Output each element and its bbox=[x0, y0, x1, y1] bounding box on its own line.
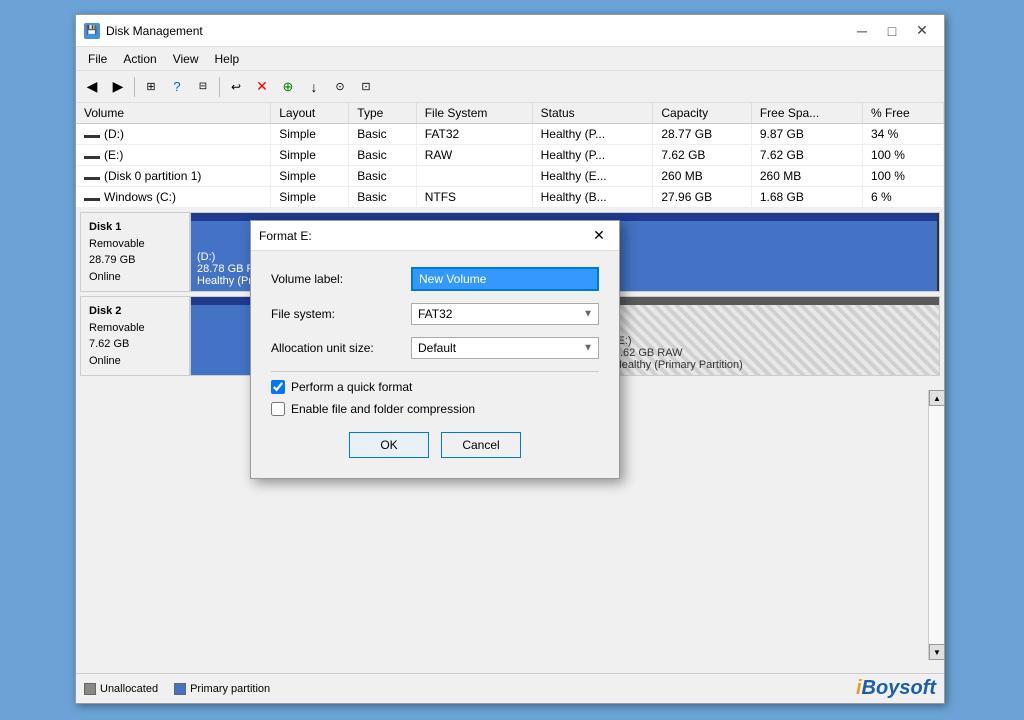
ok-button[interactable]: OK bbox=[349, 432, 429, 458]
quick-format-checkbox[interactable] bbox=[271, 380, 285, 394]
dialog-title-bar: Format E: ✕ bbox=[251, 221, 619, 251]
alloc-row: Allocation unit size: Default 512 1024 2… bbox=[271, 337, 599, 359]
quick-format-label: Perform a quick format bbox=[291, 380, 412, 394]
volume-label-input[interactable] bbox=[411, 267, 599, 291]
dialog-body: Volume label: File system: FAT32 NTFS ex… bbox=[251, 251, 619, 478]
cancel-button[interactable]: Cancel bbox=[441, 432, 521, 458]
alloc-select[interactable]: Default 512 1024 2048 4096 bbox=[411, 337, 599, 359]
dialog-title: Format E: bbox=[259, 229, 587, 243]
format-dialog: Format E: ✕ Volume label: File system: F… bbox=[250, 220, 620, 479]
compression-row: Enable file and folder compression bbox=[271, 402, 599, 416]
dialog-divider bbox=[271, 371, 599, 372]
file-system-row: File system: FAT32 NTFS exFAT bbox=[271, 303, 599, 325]
dialog-buttons: OK Cancel bbox=[271, 432, 599, 462]
file-system-select-wrapper: FAT32 NTFS exFAT bbox=[411, 303, 599, 325]
alloc-label: Allocation unit size: bbox=[271, 341, 411, 355]
quick-format-row: Perform a quick format bbox=[271, 380, 599, 394]
volume-label-input-wrapper bbox=[411, 267, 599, 291]
file-system-label: File system: bbox=[271, 307, 411, 321]
file-system-select[interactable]: FAT32 NTFS exFAT bbox=[411, 303, 599, 325]
dialog-close-button[interactable]: ✕ bbox=[587, 226, 611, 246]
volume-label-label: Volume label: bbox=[271, 272, 411, 286]
alloc-select-wrapper: Default 512 1024 2048 4096 bbox=[411, 337, 599, 359]
volume-label-row: Volume label: bbox=[271, 267, 599, 291]
dialog-overlay: Format E: ✕ Volume label: File system: F… bbox=[0, 0, 1024, 720]
compression-label: Enable file and folder compression bbox=[291, 402, 475, 416]
compression-checkbox[interactable] bbox=[271, 402, 285, 416]
